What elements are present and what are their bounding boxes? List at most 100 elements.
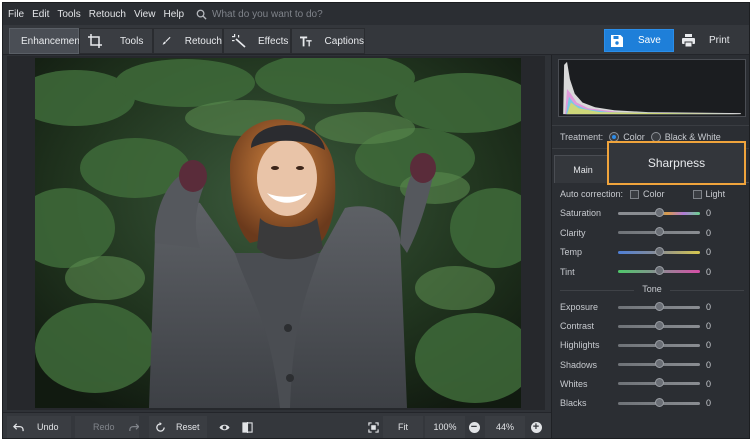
tab-effects[interactable]: Effects <box>223 28 291 54</box>
slider-knob[interactable] <box>655 339 664 349</box>
auto-light-label[interactable]: Light <box>706 189 726 199</box>
tone-slider-track[interactable] <box>618 378 700 388</box>
tone-slider-label: Contrast <box>560 321 595 332</box>
menu-view[interactable]: View <box>134 9 156 20</box>
slider-knob[interactable] <box>655 301 664 311</box>
preview-toggle-button[interactable] <box>213 416 235 438</box>
menu-help[interactable]: Help <box>163 9 184 20</box>
menu-tools[interactable]: Tools <box>57 9 80 20</box>
reset-icon <box>156 421 165 432</box>
color-slider-row: Tint 0 <box>560 265 749 279</box>
zoom-level[interactable]: 44% <box>485 416 525 438</box>
crop-icon <box>88 34 102 48</box>
tone-slider-track[interactable] <box>618 359 700 369</box>
sharpness-callout[interactable]: Sharpness <box>607 141 746 185</box>
tab-retouch-label: Retouch <box>184 35 222 47</box>
tone-slider-label: Blacks <box>560 398 587 408</box>
tab-effects-label: Effects <box>258 35 289 47</box>
color-slider-value: 0 <box>706 227 712 238</box>
slider-knob[interactable] <box>655 378 664 388</box>
tone-slider-label: Highlights <box>560 340 600 351</box>
menu-bar: File Edit Tools Retouch View Help <box>3 3 749 25</box>
redo-button[interactable]: Redo <box>75 416 139 438</box>
slider-knob[interactable] <box>655 227 664 236</box>
minus-icon: − <box>468 421 480 433</box>
color-slider-label: Tint <box>560 266 575 277</box>
color-slider-track[interactable] <box>618 266 700 275</box>
slider-knob[interactable] <box>655 359 664 369</box>
auto-light-checkbox[interactable] <box>692 189 702 199</box>
tone-header: Tone <box>642 284 662 294</box>
redo-icon <box>128 423 139 431</box>
tone-slider-row: Contrast 0 <box>560 319 749 333</box>
tone-slider-track[interactable] <box>618 339 700 349</box>
color-slider-track[interactable] <box>618 207 700 217</box>
slider-knob[interactable] <box>655 266 664 275</box>
menu-retouch[interactable]: Retouch <box>89 9 126 20</box>
before-after-icon <box>241 421 253 433</box>
tab-retouch[interactable]: Retouch <box>153 28 223 54</box>
fit-to-screen-icon <box>367 421 379 433</box>
tone-slider-track[interactable] <box>618 320 700 330</box>
photo-woman-in-evergreen-branches[interactable] <box>35 58 521 408</box>
search-box <box>196 8 413 20</box>
color-slider-row: Temp 0 <box>560 245 749 259</box>
tone-slider-row: Exposure 0 <box>560 300 749 314</box>
zoom-out-button[interactable]: − <box>465 416 483 438</box>
slider-knob[interactable] <box>655 320 664 330</box>
tab-main[interactable]: Main <box>554 155 612 183</box>
text-icon <box>300 36 312 47</box>
undo-icon <box>13 422 24 431</box>
tone-slider-value: 0 <box>706 359 712 370</box>
floppy-disk-icon <box>611 34 623 47</box>
menu-edit[interactable]: Edit <box>32 9 49 20</box>
tone-slider-row: Blacks 0 <box>560 396 749 410</box>
tone-slider-row: Whites 0 <box>560 377 749 391</box>
menu-file[interactable]: File <box>8 9 24 20</box>
color-slider-row: Saturation 0 <box>560 206 749 220</box>
redo-label: Redo <box>93 422 115 432</box>
tone-slider-value: 0 <box>706 378 712 389</box>
slider-knob[interactable] <box>655 246 664 256</box>
tab-captions-label: Captions <box>324 35 364 47</box>
tone-slider-track[interactable] <box>618 397 700 407</box>
color-slider-track[interactable] <box>618 246 700 256</box>
zoom-100-button[interactable]: 100% <box>425 416 465 438</box>
adjustments-panel: Treatment: Color Black & White Main Shar… <box>551 55 749 438</box>
tone-divider-right <box>670 290 744 291</box>
tab-tools-label: Tools <box>120 35 144 47</box>
color-slider-value: 0 <box>706 266 712 277</box>
auto-color-checkbox[interactable] <box>630 189 640 199</box>
image-canvas[interactable] <box>7 56 545 410</box>
app-window: File Edit Tools Retouch View Help Enhanc… <box>2 2 750 439</box>
slider-knob[interactable] <box>655 207 664 217</box>
save-button[interactable]: Save <box>604 29 674 52</box>
tab-tools[interactable]: Tools <box>79 28 153 54</box>
slider-knob[interactable] <box>655 397 664 407</box>
tone-slider-label: Exposure <box>560 302 599 312</box>
undo-button[interactable]: Undo <box>7 416 71 438</box>
search-icon <box>196 9 207 20</box>
color-slider-label: Clarity <box>560 227 586 238</box>
search-input[interactable] <box>212 8 413 20</box>
zoom-in-button[interactable]: + <box>527 416 545 438</box>
tab-enhancement[interactable]: Enhancement <box>9 28 83 54</box>
fit-button[interactable]: Fit <box>383 416 423 438</box>
color-slider-track[interactable] <box>618 227 700 236</box>
fit-to-screen-icon-button[interactable] <box>363 416 383 438</box>
histogram-graph <box>563 61 741 115</box>
auto-color-label[interactable]: Color <box>643 189 665 199</box>
compare-button[interactable] <box>236 416 258 438</box>
brush-icon <box>162 36 171 45</box>
color-slider-row: Clarity 0 <box>560 226 749 240</box>
reset-button[interactable]: Reset <box>149 416 207 438</box>
color-slider-value: 0 <box>706 247 712 257</box>
color-slider-value: 0 <box>706 208 712 218</box>
tab-captions[interactable]: Captions <box>291 28 365 54</box>
histogram <box>558 59 746 117</box>
print-button[interactable]: Print <box>678 29 743 52</box>
tone-slider-track[interactable] <box>618 301 700 311</box>
tone-slider-label: Shadows <box>560 359 598 370</box>
auto-correction-row: Auto correction: Color Light <box>560 187 725 201</box>
tone-slider-value: 0 <box>706 302 712 312</box>
